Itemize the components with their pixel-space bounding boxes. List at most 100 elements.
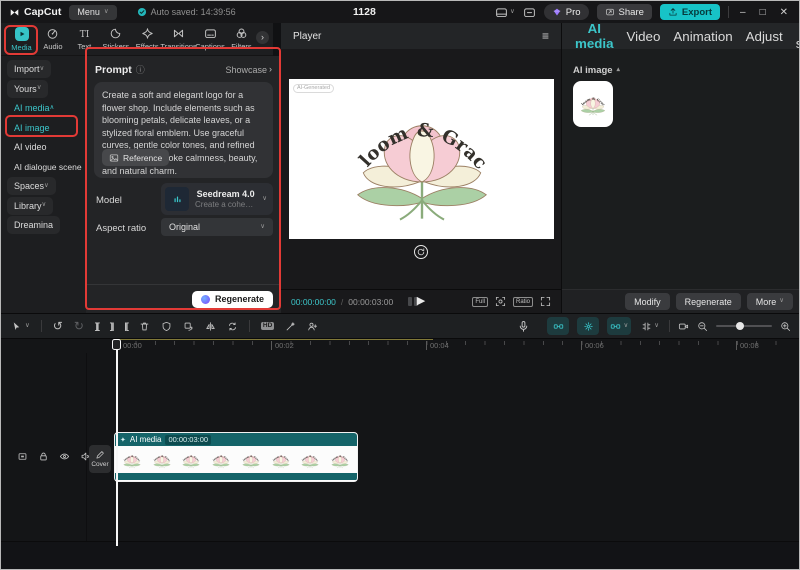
crop-button[interactable] — [183, 321, 194, 332]
delete-left-button[interactable]: ]| — [110, 321, 114, 331]
sidebar-item-import[interactable]: Import ∨ — [7, 60, 51, 78]
menu-button[interactable]: Menu ∨ — [69, 5, 116, 20]
hd-button[interactable]: HD — [261, 322, 274, 331]
split-button[interactable]: ][ — [95, 321, 99, 331]
ratio-button[interactable]: Ratio — [513, 297, 533, 307]
delete-button[interactable] — [139, 321, 150, 332]
more-button[interactable]: More ∨ — [747, 293, 793, 310]
rotate-handle[interactable] — [414, 245, 428, 259]
sidebar-item-ai-media[interactable]: AI media ∧ — [7, 99, 61, 117]
timeline-zoom-in-button[interactable] — [780, 321, 791, 332]
linkage-toggle[interactable] — [577, 317, 599, 335]
more-tabs-button[interactable]: › — [256, 31, 269, 44]
window-close-button[interactable]: ✕ — [777, 7, 791, 18]
panel-toggle-button[interactable] — [523, 6, 536, 19]
info-icon[interactable]: ⓘ — [136, 63, 145, 76]
playhead-handle[interactable] — [112, 339, 121, 350]
slider-handle[interactable] — [736, 322, 744, 330]
timeline-ruler[interactable] — [116, 341, 794, 345]
timeline-zoom-slider[interactable] — [716, 325, 772, 327]
mirror-button[interactable] — [205, 321, 216, 332]
render-preview-button[interactable] — [678, 321, 689, 332]
window-minimize-button[interactable]: – — [737, 7, 749, 18]
redo-button[interactable]: ↻ — [74, 320, 84, 332]
chevron-down-icon: ∨ — [623, 323, 628, 330]
generated-logo-image[interactable] — [324, 81, 520, 237]
chevron-down-icon: ∨ — [262, 196, 267, 203]
sidebar-item-dreamina[interactable]: Dreamina — [7, 216, 60, 234]
timeline-zoom-out-button[interactable] — [697, 321, 708, 332]
mask-button[interactable] — [161, 321, 172, 332]
replace-button[interactable] — [227, 321, 238, 332]
linkage-icon — [583, 321, 594, 332]
share-button[interactable]: Share — [597, 4, 652, 20]
undo-button[interactable]: ↺ — [53, 320, 63, 332]
edit-tools: ∨ ↺ ↻ ][ ]| |[ — [11, 314, 318, 338]
showcase-link[interactable]: Showcase › — [225, 65, 272, 75]
frame-counter: 1128 — [353, 6, 376, 18]
pro-badge[interactable]: Pro — [544, 4, 589, 20]
full-quality-button[interactable]: Full — [472, 297, 488, 307]
smart-edit-button[interactable] — [285, 321, 296, 332]
stickers-icon — [109, 27, 122, 40]
focus-button[interactable] — [495, 296, 506, 307]
layout-switch-button[interactable]: ∨ — [495, 6, 515, 19]
player-header: Player ≡ — [281, 23, 561, 49]
sidebar-item-ai-image[interactable]: AI image — [7, 119, 57, 137]
tab-effects[interactable]: Effects — [132, 27, 163, 51]
regenerate-button[interactable]: Regenerate — [192, 291, 273, 308]
tab-captions[interactable]: Captions — [195, 27, 226, 51]
tab-stickers[interactable]: Stickers — [100, 27, 131, 51]
fullscreen-button[interactable] — [540, 296, 551, 307]
tab-audio[interactable]: Audio — [37, 27, 68, 51]
reference-button[interactable]: Reference — [102, 149, 169, 166]
delete-right-button[interactable]: |[ — [124, 321, 128, 331]
preview-axis-toggle[interactable]: ∨ — [607, 317, 631, 335]
modify-button[interactable]: Modify — [625, 293, 670, 310]
media-tabstrip: Media Audio TI Text Stickers Effects — [1, 23, 273, 56]
record-voiceover-button[interactable] — [517, 320, 530, 333]
regenerate-button-right[interactable]: Regenerate — [676, 293, 741, 310]
chevron-down-icon: ∨ — [510, 9, 515, 16]
tab-adjust[interactable]: Adjust — [746, 29, 783, 44]
tab-media[interactable]: Media — [6, 27, 37, 52]
tab-filters[interactable]: Filters — [226, 27, 257, 51]
sidebar-item-ai-dialogue-scene[interactable]: AI dialogue scene — [7, 158, 84, 176]
preview-canvas[interactable]: AI-Generated — [289, 79, 554, 239]
tab-animation[interactable]: Animation — [673, 29, 732, 44]
ai-media-clip[interactable]: ✦ AI media 00:00:03:00 — [114, 432, 358, 482]
sidebar-item-library[interactable]: Library ∨ — [7, 197, 53, 215]
lock-track-icon[interactable] — [38, 451, 49, 462]
svg-text:TI: TI — [80, 30, 90, 40]
autosave-check-icon — [137, 7, 147, 17]
cover-button[interactable]: Cover — [89, 445, 111, 473]
sidebar-item-yours[interactable]: Yours ∨ — [7, 80, 48, 98]
reference-image-icon — [109, 153, 119, 163]
topbar: CapCut Menu ∨ Auto saved: 14:39:56 1128 … — [1, 1, 799, 23]
hide-track-icon[interactable] — [59, 451, 70, 462]
chevron-down-icon: ∨ — [654, 323, 659, 330]
tab-ai-media[interactable]: AI media — [575, 21, 614, 51]
tab-transitions[interactable]: Transitions — [163, 27, 194, 51]
play-button[interactable]: ▶ — [417, 296, 425, 307]
auto-snap-toggle[interactable] — [547, 317, 569, 335]
sidebar-item-spaces[interactable]: Spaces ∨ — [7, 177, 56, 195]
gem-icon — [552, 7, 562, 17]
model-dropdown[interactable]: Seedream 4.0 Create a cohesive ... ∨ — [161, 183, 273, 215]
select-tool-button[interactable]: ∨ — [11, 321, 30, 332]
tab-text[interactable]: TI Text — [69, 27, 100, 51]
tab-ai-stylize[interactable]: AI stylize — [796, 21, 800, 51]
player-menu-icon[interactable]: ≡ — [542, 30, 549, 42]
ai-image-section-toggle[interactable]: AI image ▴ — [573, 65, 620, 76]
playhead-line[interactable] — [116, 349, 118, 546]
ai-image-thumbnail[interactable] — [573, 81, 613, 127]
aspect-ratio-dropdown[interactable]: Original ∨ — [161, 218, 273, 236]
sidebar-item-ai-video[interactable]: AI video — [7, 138, 54, 156]
caret-up-icon: ▴ — [617, 67, 620, 74]
window-maximize-button[interactable]: □ — [757, 7, 769, 18]
export-button[interactable]: Export — [660, 4, 720, 20]
main-track-icon[interactable] — [17, 451, 28, 462]
clip-selection-mode-button[interactable]: ∨ — [639, 317, 661, 335]
add-avatar-button[interactable] — [307, 321, 318, 332]
tab-video[interactable]: Video — [627, 29, 661, 44]
